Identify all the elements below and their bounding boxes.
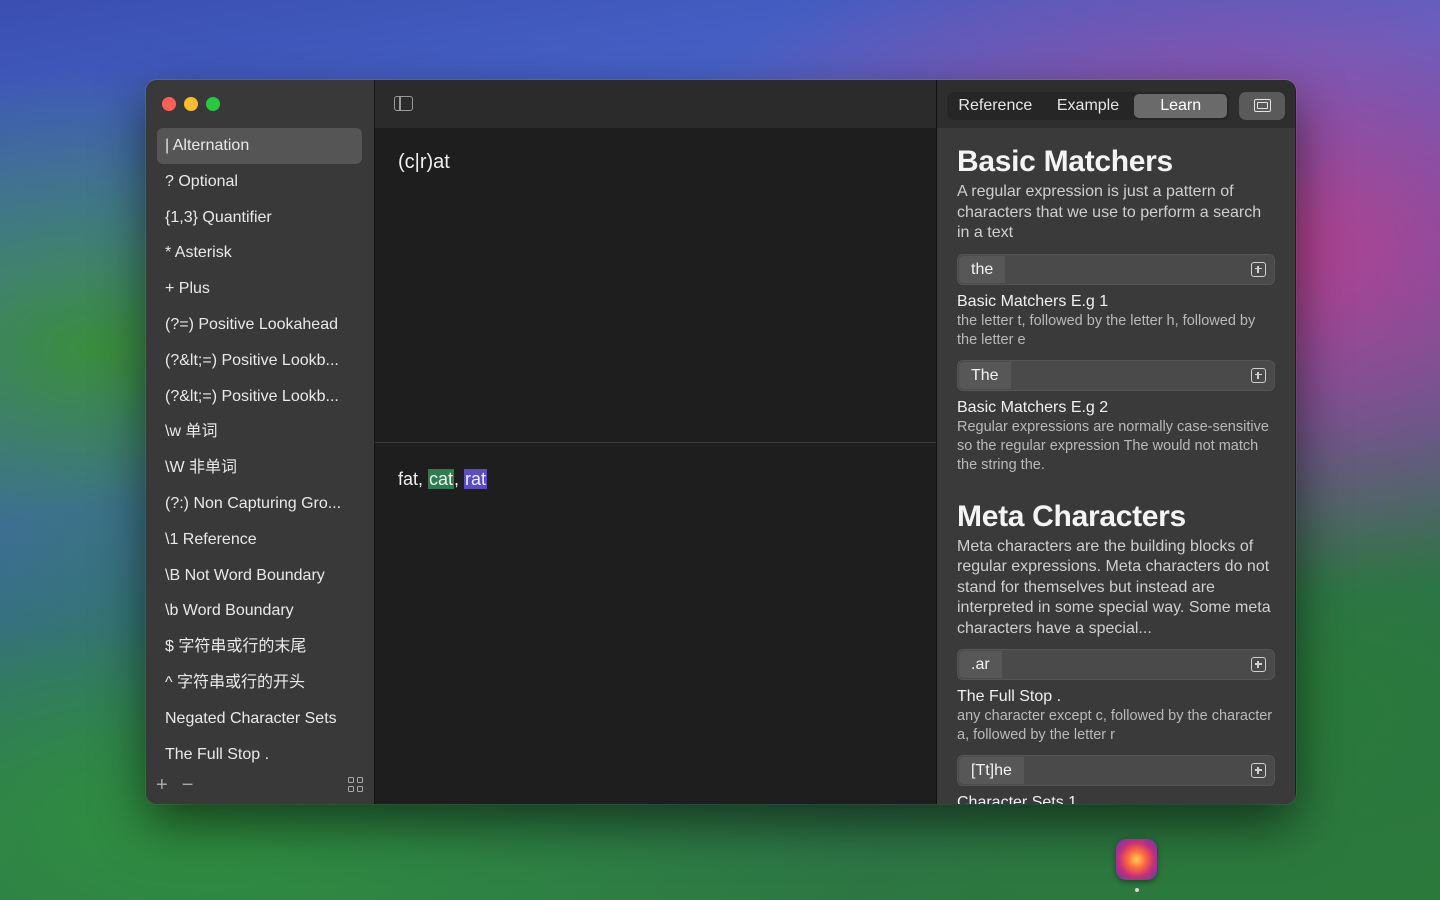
pattern-editor[interactable]: (c|r)at — [375, 128, 936, 442]
example-title: Character Sets 1 — [957, 794, 1078, 804]
dock-running-indicator — [1135, 888, 1139, 892]
example-pattern-box[interactable]: .ar — [957, 649, 1275, 680]
window-controls — [162, 97, 220, 111]
example-pattern-box[interactable]: The — [957, 359, 1275, 391]
learn-panel: Reference Example Learn Basic Matchers A… — [937, 80, 1295, 804]
minimize-button[interactable] — [184, 97, 198, 111]
sidebar-item-not-word-boundary[interactable]: \B Not Word Boundary — [157, 558, 362, 594]
tab-reference[interactable]: Reference — [949, 94, 1042, 118]
tab-learn[interactable]: Learn — [1134, 94, 1228, 118]
app-window: | Alternation ? Optional {1,3} Quantifie… — [146, 80, 1296, 804]
example-pattern: [Tt]he — [959, 757, 1024, 784]
sidebar-item-word[interactable]: \w 单词 — [157, 414, 362, 450]
match-highlight: rat — [464, 469, 488, 489]
sidebar-item-asterisk[interactable]: * Asterisk — [157, 235, 362, 271]
grid-view-icon[interactable] — [348, 777, 364, 793]
window-inner-icon — [1257, 102, 1268, 109]
test-text-segment: , — [454, 469, 465, 489]
example-pattern: the — [959, 255, 1006, 283]
section-title: Meta Characters — [957, 499, 1186, 533]
example-title: The Full Stop . — [957, 688, 1062, 705]
sidebar: | Alternation ? Optional {1,3} Quantifie… — [146, 80, 375, 804]
test-string-text[interactable]: fat, cat, rat — [398, 469, 488, 490]
insert-example-icon[interactable] — [1251, 367, 1266, 383]
close-button[interactable] — [162, 97, 176, 111]
sidebar-footer: + − — [156, 774, 364, 796]
sidebar-item-positive-lookbehind-2[interactable]: (?&lt;=) Positive Lookb... — [157, 379, 362, 415]
add-item-button[interactable]: + — [156, 774, 168, 796]
sidebar-item-full-stop[interactable]: The Full Stop . — [157, 737, 362, 773]
app-dock-icon[interactable] — [1116, 839, 1157, 880]
sidebar-item-non-capturing-group[interactable]: (?:) Non Capturing Gro... — [157, 486, 362, 522]
sidebar-item-quantifier[interactable]: {1,3} Quantifier — [157, 200, 362, 236]
example-pattern-box[interactable]: the — [957, 253, 1275, 285]
sidebar-item-optional[interactable]: ? Optional — [157, 164, 362, 200]
example-title: Basic Matchers E.g 2 — [957, 398, 1109, 416]
section-title: Basic Matchers — [957, 145, 1173, 178]
example-pattern: .ar — [959, 651, 1002, 678]
sidebar-item-reference[interactable]: \1 Reference — [157, 522, 362, 558]
pattern-text[interactable]: (c|r)at — [398, 151, 450, 174]
sidebar-item-word-boundary[interactable]: \b Word Boundary — [157, 593, 362, 629]
tab-example[interactable]: Example — [1042, 94, 1135, 118]
test-string-editor[interactable]: fat, cat, rat — [375, 443, 936, 804]
sidebar-item-end-of-line[interactable]: $ 字符串或行的末尾 — [157, 629, 362, 665]
insert-example-icon[interactable] — [1251, 657, 1266, 672]
example-description: any character except c, followed by the … — [957, 708, 1273, 743]
section-description: Meta characters are the building blocks … — [957, 537, 1271, 637]
insert-example-icon[interactable] — [1251, 763, 1266, 778]
editor-toolbar — [375, 80, 936, 128]
sidebar-item-start-of-line[interactable]: ^ 字符串或行的开头 — [157, 665, 362, 701]
sidebar-item-plus[interactable]: + Plus — [157, 271, 362, 307]
example-title: Basic Matchers E.g 1 — [957, 292, 1109, 310]
remove-item-button[interactable]: − — [182, 774, 194, 796]
sidebar-list: | Alternation ? Optional {1,3} Quantifie… — [157, 128, 362, 772]
section-description: A regular expression is just a pattern o… — [957, 183, 1262, 241]
example-description: the letter t, followed by the letter h, … — [957, 312, 1256, 348]
panel-tab-control: Reference Example Learn — [947, 92, 1229, 120]
sidebar-item-negated-character-sets[interactable]: Negated Character Sets — [157, 701, 362, 737]
panel-toolbar: Reference Example Learn — [937, 80, 1295, 128]
sidebar-item-alternation[interactable]: | Alternation — [157, 128, 362, 164]
window-mode-button[interactable] — [1239, 92, 1285, 120]
example-description: Regular expressions are normally case-se… — [957, 418, 1269, 473]
sidebar-item-positive-lookbehind-1[interactable]: (?&lt;=) Positive Lookb... — [157, 343, 362, 379]
editor-pane: (c|r)at fat, cat, rat — [375, 80, 937, 804]
sidebar-toggle-icon[interactable] — [394, 96, 413, 111]
test-text-segment: fat, — [398, 469, 429, 489]
learn-content: Basic Matchers A regular expression is j… — [957, 144, 1275, 804]
example-pattern-box[interactable]: [Tt]he — [957, 755, 1275, 786]
sidebar-item-positive-lookahead[interactable]: (?=) Positive Lookahead — [157, 307, 362, 343]
match-highlight: cat — [428, 469, 455, 489]
sidebar-item-non-word[interactable]: \W 非单词 — [157, 450, 362, 486]
zoom-button[interactable] — [206, 97, 220, 111]
example-pattern: The — [959, 361, 1011, 389]
insert-example-icon[interactable] — [1251, 261, 1266, 277]
